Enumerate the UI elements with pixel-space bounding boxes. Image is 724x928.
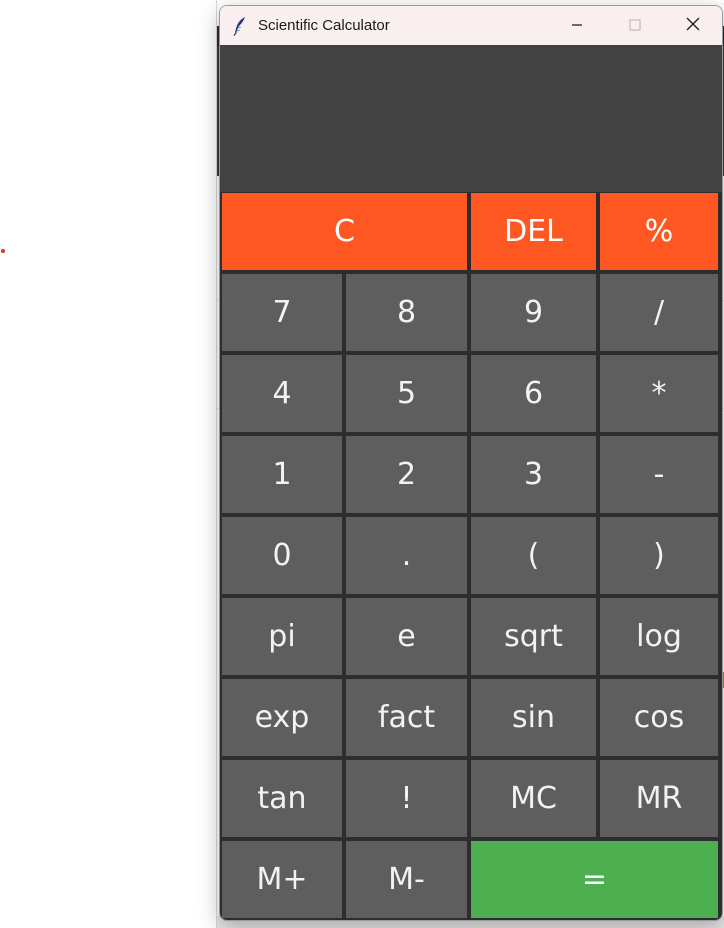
factorial-button[interactable]: !	[346, 760, 467, 837]
calculator-body: C DEL % 7 8 9 / 4 5 6 * 1 2 3 - 0 . () …	[220, 45, 722, 920]
desktop-dot	[1, 249, 5, 253]
minimize-button[interactable]	[548, 6, 606, 45]
clear-button[interactable]: C	[222, 193, 467, 270]
open-paren-button[interactable]: (	[471, 517, 596, 594]
decimal-point-button[interactable]: .	[346, 517, 467, 594]
digit-7-button[interactable]: 7	[222, 274, 342, 351]
memory-clear-button[interactable]: MC	[471, 760, 596, 837]
multiply-button[interactable]: *	[600, 355, 718, 432]
digit-3-button[interactable]: 3	[471, 436, 596, 513]
window-controls	[548, 6, 722, 45]
percent-button[interactable]: %	[600, 193, 718, 270]
window-title: Scientific Calculator	[258, 17, 390, 34]
log-button[interactable]: log	[600, 598, 718, 675]
euler-e-button[interactable]: e	[346, 598, 467, 675]
digit-6-button[interactable]: 6	[471, 355, 596, 432]
minimize-icon	[571, 16, 583, 35]
title-bar[interactable]: Scientific Calculator	[220, 6, 722, 45]
memory-add-button[interactable]: M+	[222, 841, 342, 918]
delete-button[interactable]: DEL	[471, 193, 596, 270]
fact-button[interactable]: fact	[346, 679, 467, 756]
sqrt-button[interactable]: sqrt	[471, 598, 596, 675]
equals-button[interactable]: =	[471, 841, 718, 918]
cos-button[interactable]: cos	[600, 679, 718, 756]
maximize-button[interactable]	[606, 6, 664, 45]
memory-subtract-button[interactable]: M-	[346, 841, 467, 918]
digit-5-button[interactable]: 5	[346, 355, 467, 432]
digit-2-button[interactable]: 2	[346, 436, 467, 513]
subtract-button[interactable]: -	[600, 436, 718, 513]
calculator-window: Scientific Calculator C DEL % 7 8 9 / 4 …	[219, 5, 723, 921]
digit-4-button[interactable]: 4	[222, 355, 342, 432]
tan-button[interactable]: tan	[222, 760, 342, 837]
calculator-display[interactable]	[220, 45, 722, 192]
feather-icon	[232, 16, 248, 36]
divide-button[interactable]: /	[600, 274, 718, 351]
digit-9-button[interactable]: 9	[471, 274, 596, 351]
exp-button[interactable]: exp	[222, 679, 342, 756]
close-paren-button[interactable]: )	[600, 517, 718, 594]
digit-0-button[interactable]: 0	[222, 517, 342, 594]
memory-recall-button[interactable]: MR	[600, 760, 718, 837]
digit-8-button[interactable]: 8	[346, 274, 467, 351]
desktop: Scientific Calculator C DEL % 7 8 9 / 4 …	[0, 0, 724, 928]
pi-button[interactable]: pi	[222, 598, 342, 675]
close-icon	[686, 16, 700, 35]
sin-button[interactable]: sin	[471, 679, 596, 756]
digit-1-button[interactable]: 1	[222, 436, 342, 513]
close-button[interactable]	[664, 6, 722, 45]
keypad: C DEL % 7 8 9 / 4 5 6 * 1 2 3 - 0 . () …	[222, 193, 720, 918]
maximize-icon	[629, 16, 641, 35]
